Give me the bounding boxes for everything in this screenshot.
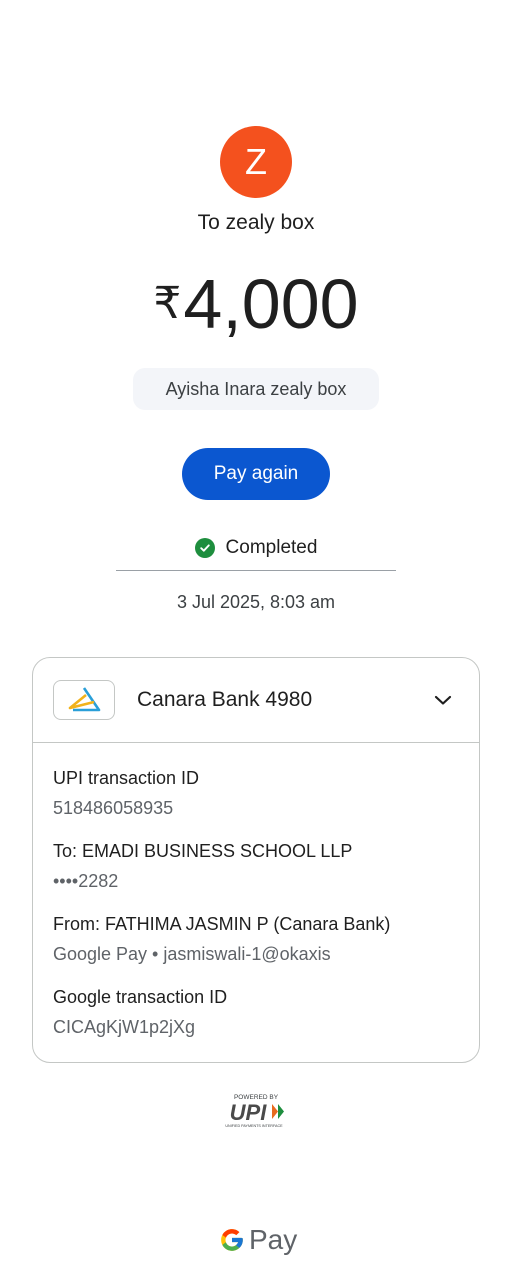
avatar-letter: Z <box>245 141 267 182</box>
detail-from: From: FATHIMA JASMIN P (Canara Bank) Goo… <box>53 911 459 968</box>
check-circle-icon <box>194 538 215 558</box>
chevron-down-icon[interactable] <box>431 688 455 712</box>
pay-again-button[interactable]: Pay again <box>182 448 330 500</box>
detail-label: UPI transaction ID <box>53 768 200 788</box>
avatar: Z <box>220 126 292 198</box>
bank-name: Canara Bank 4980 <box>137 688 313 711</box>
detail-label: Google transaction ID <box>53 987 228 1007</box>
transaction-details-card: Canara Bank 4980 UPI transaction ID 5184… <box>32 657 480 1063</box>
google-pay-logo: Pay <box>219 1224 297 1256</box>
payment-note-text: Ayisha Inara zealy box <box>165 378 347 399</box>
google-pay-text: Pay <box>249 1224 298 1255</box>
currency-symbol: ₹ <box>153 279 182 328</box>
status-text: Completed <box>225 537 318 558</box>
detail-value[interactable]: CICAgKjW1p2jXg <box>53 1013 459 1041</box>
detail-value: ••••2282 <box>53 871 119 891</box>
upi-tagline: UNIFIED PAYMENTS INTERFACE <box>225 1124 283 1128</box>
payment-note: Ayisha Inara zealy box <box>133 368 379 410</box>
detail-label: To: EMADI BUSINESS SCHOOL LLP <box>53 841 353 861</box>
amount-value: 4,000 <box>183 265 359 343</box>
detail-label: From: FATHIMA JASMIN P (Canara Bank) <box>53 914 391 934</box>
canara-bank-logo <box>53 680 115 720</box>
google-g-icon <box>221 1229 243 1251</box>
detail-value: Google Pay • jasmiswali-1@okaxis <box>53 944 331 964</box>
detail-to: To: EMADI BUSINESS SCHOOL LLP ••••2282 <box>53 838 459 895</box>
bank-account-row[interactable]: Canara Bank 4980 <box>33 658 479 743</box>
details-list: UPI transaction ID 518486058935 To: EMAD… <box>33 743 479 1041</box>
payment-amount: ₹ 4,000 <box>0 262 512 346</box>
recipient-name: To zealy box <box>197 211 315 234</box>
detail-upi-transaction-id: UPI transaction ID 518486058935 <box>53 765 459 822</box>
upi-logo: POWERED BY UPI UNIFIED PAYMENTS INTERFAC… <box>222 1092 290 1130</box>
detail-google-transaction-id: Google transaction ID CICAgKjW1p2jXg <box>53 984 459 1041</box>
status-row: Completed <box>0 537 512 559</box>
status-divider <box>116 570 396 571</box>
transaction-details-screen: Z To zealy box ₹ 4,000 Ayisha Inara zeal… <box>0 0 512 1280</box>
transaction-datetime: 3 Jul 2025, 8:03 am <box>176 592 336 612</box>
upi-brand: UPI <box>230 1100 268 1125</box>
detail-value[interactable]: 518486058935 <box>53 794 459 822</box>
